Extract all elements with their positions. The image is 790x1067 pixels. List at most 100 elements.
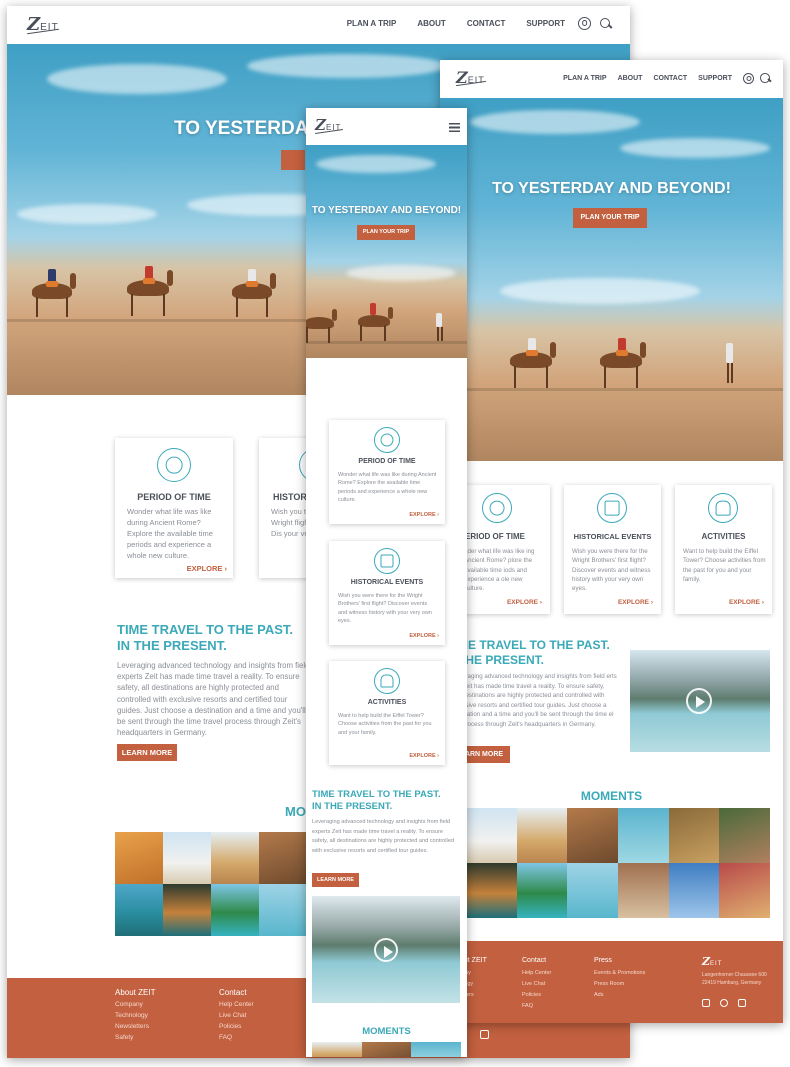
search-icon[interactable] — [600, 17, 612, 30]
card-period-of-time: ERIOD OF TIME nder what life was like in… — [454, 485, 550, 614]
search-icon[interactable] — [760, 73, 771, 84]
section-body: Leveraging advanced technology and insig… — [312, 819, 455, 854]
card-period-of-time: PERIOD OF TIME Wonder what life was like… — [329, 420, 445, 524]
footer-link[interactable]: Live Chat — [219, 1012, 246, 1019]
explore-link[interactable]: EXPLORE › — [409, 512, 439, 518]
explore-link[interactable]: EXPLORE › — [507, 599, 542, 606]
card-historical-events: HISTORICAL EVENTS Wish you were there fo… — [329, 541, 445, 645]
nav-links: PLAN A TRIP ABOUT CONTACT SUPPORT — [347, 17, 612, 30]
section-body: eraging advanced technology and insights… — [462, 673, 617, 728]
moments-gallery — [115, 832, 307, 936]
footer-link[interactable]: Ads — [594, 992, 603, 998]
footer-link[interactable]: Live Chat — [522, 981, 545, 987]
section-title: TIME TRAVEL TO THE PAST. IN THE PRESENT. — [117, 622, 293, 653]
explore-link[interactable]: EXPLORE › — [187, 564, 227, 573]
camel-image — [350, 303, 400, 345]
nav-plan-a-trip[interactable]: PLAN A TRIP — [347, 19, 397, 28]
logo[interactable]: ZEIT — [456, 68, 486, 87]
explore-link[interactable]: EXPLORE › — [409, 633, 439, 639]
footer-link[interactable]: Safety — [115, 1034, 133, 1041]
footer-link[interactable]: Policies — [219, 1023, 241, 1030]
hero-title: TO YESTERDA — [174, 118, 309, 139]
footer-link[interactable]: Help Center — [219, 1001, 254, 1008]
alarm-clock-icon — [482, 493, 512, 523]
learn-more-button[interactable]: LEARN MORE — [312, 873, 359, 887]
calendar-icon — [374, 548, 400, 574]
camel-image — [500, 338, 570, 388]
user-icon[interactable] — [578, 17, 591, 30]
scuba-mask-icon — [708, 493, 738, 523]
camel-image — [590, 338, 660, 388]
footer-link[interactable]: Company — [115, 1001, 143, 1008]
moments-title: MO — [285, 804, 306, 819]
footer-link[interactable]: Events & Promotions — [594, 970, 645, 976]
nav-contact[interactable]: CONTACT — [467, 19, 506, 28]
nav-support[interactable]: SUPPORT — [698, 75, 732, 82]
card-activities: ACTIVITIES Want to help build the Eiffel… — [675, 485, 772, 614]
footer-link[interactable]: Press Room — [594, 981, 624, 987]
camel-image — [306, 307, 346, 347]
moments-title: MOMENTS — [580, 789, 643, 803]
section-title: TIME TRAVEL TO THE PAST. IN THE PRESENT. — [312, 789, 441, 812]
footer-link[interactable]: Newsletters — [115, 1023, 149, 1030]
camel-handler — [432, 313, 448, 353]
hero-banner: TO YESTERDAY AND BEYOND! PLAN YOUR TRIP — [306, 145, 467, 358]
plan-trip-button[interactable]: PLAN YOUR TRIP — [573, 208, 647, 228]
twitter-icon[interactable] — [738, 999, 746, 1007]
nav-support[interactable]: SUPPORT — [526, 19, 565, 28]
footer-link[interactable]: Help Center — [522, 970, 551, 976]
hero-banner: TO YESTERDAY AND BEYOND! PLAN YOUR TRIP — [440, 98, 783, 461]
learn-more-button[interactable]: LEARN MORE — [117, 744, 177, 761]
calendar-icon — [597, 493, 627, 523]
moments-gallery — [466, 808, 770, 918]
footer-logo: ZEIT — [702, 955, 723, 968]
camel-image — [222, 269, 292, 319]
nav-plan-a-trip[interactable]: PLAN A TRIP — [563, 75, 606, 82]
hamburger-menu-icon[interactable] — [449, 123, 460, 132]
footer-link[interactable]: Technology — [115, 1012, 148, 1019]
nav-about[interactable]: ABOUT — [618, 75, 643, 82]
instagram-icon[interactable] — [720, 999, 728, 1007]
card-period-of-time: PERIOD OF TIME Wonder what life was like… — [115, 438, 233, 578]
plan-trip-button[interactable] — [281, 150, 305, 170]
section-title: ME TRAVEL TO THE PAST. THE PRESENT. — [458, 638, 610, 667]
navbar: ZEIT PLAN A TRIP ABOUT CONTACT SUPPORT — [7, 6, 630, 44]
footer: out ZEIT any ology etters Contact Help C… — [440, 941, 783, 1023]
camel-handler — [720, 343, 740, 393]
navbar: ZEIT PLAN A TRIP ABOUT CONTACT SUPPORT — [440, 60, 783, 98]
hero-title: TO YESTERDAY AND BEYOND! — [492, 180, 731, 197]
user-icon[interactable] — [743, 73, 754, 84]
tablet-page-preview: ZEIT PLAN A TRIP ABOUT CONTACT SUPPORT T… — [440, 60, 783, 1023]
navbar: ZEIT — [306, 108, 467, 145]
moments-gallery — [312, 1042, 461, 1057]
footer-link[interactable]: FAQ — [522, 1003, 533, 1009]
hero-title: TO YESTERDAY AND BEYOND! — [311, 205, 462, 216]
twitter-icon[interactable] — [480, 1030, 489, 1039]
logo[interactable]: ZEIT — [27, 14, 59, 35]
card-activities: ACTIVITIES Want to help build the Eiffel… — [329, 661, 445, 765]
footer-link[interactable]: Policies — [522, 992, 541, 998]
alarm-clock-icon — [157, 448, 191, 482]
video-thumbnail[interactable] — [312, 896, 460, 1003]
scuba-mask-icon — [374, 668, 400, 694]
explore-link[interactable]: EXPLORE › — [729, 599, 764, 606]
mobile-page-preview: ZEIT TO YESTERDAY AND BEYOND! PLAN YOUR … — [306, 108, 467, 1057]
plan-trip-button[interactable]: PLAN YOUR TRIP — [357, 225, 415, 240]
card-historical-events: HISTORICAL EVENTS Wish you were there fo… — [564, 485, 661, 614]
explore-link[interactable]: EXPLORE › — [618, 599, 653, 606]
section-body: Leveraging advanced technology and insig… — [117, 661, 310, 738]
explore-link[interactable]: EXPLORE › — [409, 753, 439, 759]
logo[interactable]: ZEIT — [315, 116, 343, 134]
alarm-clock-icon — [374, 427, 400, 453]
nav-links: PLAN A TRIP ABOUT CONTACT SUPPORT — [563, 73, 771, 84]
nav-about[interactable]: ABOUT — [417, 19, 445, 28]
footer-link[interactable]: FAQ — [219, 1034, 232, 1041]
video-thumbnail[interactable] — [630, 650, 770, 752]
camel-image — [22, 269, 92, 319]
nav-contact[interactable]: CONTACT — [653, 75, 687, 82]
facebook-icon[interactable] — [702, 999, 710, 1007]
play-icon[interactable] — [374, 938, 398, 962]
play-icon[interactable] — [686, 688, 712, 714]
camel-image — [117, 266, 187, 316]
moments-title: MOMENTS — [362, 1026, 411, 1037]
